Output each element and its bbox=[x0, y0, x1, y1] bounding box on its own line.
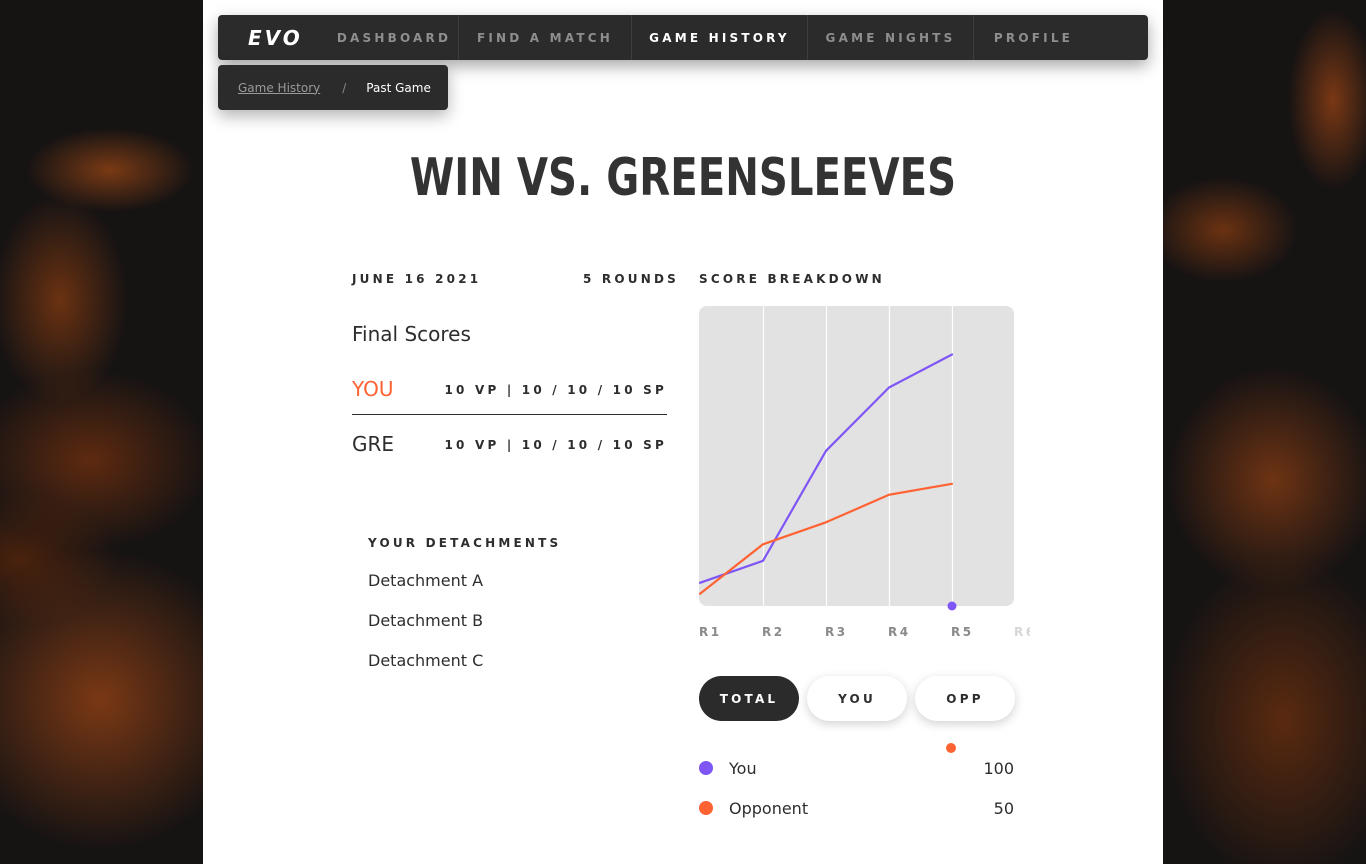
nav-game-nights[interactable]: GAME NIGHTS bbox=[807, 15, 973, 60]
breadcrumb: Game History / Past Game bbox=[218, 65, 448, 110]
score-breakdown-chart: R1 R2 R3 R4 R5 R6 bbox=[698, 306, 1030, 639]
score-value-opponent: 10 VP | 10 / 10 / 10 SP bbox=[444, 438, 667, 452]
evo-logo[interactable]: EVO bbox=[218, 26, 330, 50]
legend-name-opponent: Opponent bbox=[729, 799, 809, 818]
x-tick-label: R5 bbox=[951, 625, 974, 639]
background-art-right bbox=[1163, 0, 1366, 864]
breadcrumb-separator: / bbox=[342, 80, 347, 95]
legend-row-opponent: Opponent 50 bbox=[699, 799, 1014, 819]
breadcrumb-game-history-link[interactable]: Game History bbox=[238, 81, 320, 95]
x-tick-label: R3 bbox=[825, 625, 848, 639]
toggle-opp-button[interactable]: OPP bbox=[915, 676, 1015, 721]
round-count: 5 ROUNDS bbox=[583, 272, 679, 286]
x-tick-label: R6 bbox=[1014, 625, 1030, 639]
nav-dashboard[interactable]: DASHBOARD bbox=[330, 15, 458, 60]
x-tick-label: R1 bbox=[699, 625, 722, 639]
detachments-heading: YOUR DETACHMENTS bbox=[368, 536, 562, 550]
opponent-marker-dot bbox=[946, 743, 956, 753]
breadcrumb-current: Past Game bbox=[366, 80, 431, 95]
opponent-color-dot bbox=[699, 801, 713, 815]
toggle-total-button[interactable]: TOTAL bbox=[699, 676, 799, 721]
chart-plot-area bbox=[699, 306, 1014, 606]
score-name-opponent: GRE bbox=[352, 432, 395, 456]
game-date: JUNE 16 2021 bbox=[352, 272, 482, 286]
x-tick-label: R2 bbox=[762, 625, 785, 639]
final-scores-label: Final Scores bbox=[352, 322, 471, 346]
nav-profile[interactable]: PROFILE bbox=[973, 15, 1093, 60]
score-row-you: YOU 10 VP | 10 / 10 / 10 SP bbox=[352, 377, 667, 417]
nav-find-a-match[interactable]: FIND A MATCH bbox=[458, 15, 631, 60]
score-value-you: 10 VP | 10 / 10 / 10 SP bbox=[444, 383, 667, 397]
you-color-dot bbox=[699, 761, 713, 775]
detachment-item[interactable]: Detachment A bbox=[368, 571, 483, 590]
legend-value-opponent: 50 bbox=[993, 799, 1014, 818]
legend-value-you: 100 bbox=[983, 759, 1014, 778]
detachment-item[interactable]: Detachment C bbox=[368, 651, 483, 670]
x-tick-label: R4 bbox=[888, 625, 911, 639]
score-name-you: YOU bbox=[352, 377, 394, 401]
top-nav: EVO DASHBOARD FIND A MATCH GAME HISTORY … bbox=[218, 15, 1148, 60]
background-art-left bbox=[0, 0, 203, 864]
legend-name-you: You bbox=[729, 759, 757, 778]
toggle-you-button[interactable]: YOU bbox=[807, 676, 907, 721]
active-round-marker bbox=[947, 601, 957, 611]
score-row-opponent: GRE 10 VP | 10 / 10 / 10 SP bbox=[352, 432, 667, 472]
nav-game-history[interactable]: GAME HISTORY bbox=[631, 15, 807, 60]
score-breakdown-heading: SCORE BREAKDOWN bbox=[699, 272, 885, 286]
legend-row-you: You 100 bbox=[699, 759, 1014, 779]
page-title: WIN VS. GREENSLEEVES bbox=[409, 148, 957, 208]
score-divider bbox=[352, 414, 667, 415]
detachment-item[interactable]: Detachment B bbox=[368, 611, 483, 630]
